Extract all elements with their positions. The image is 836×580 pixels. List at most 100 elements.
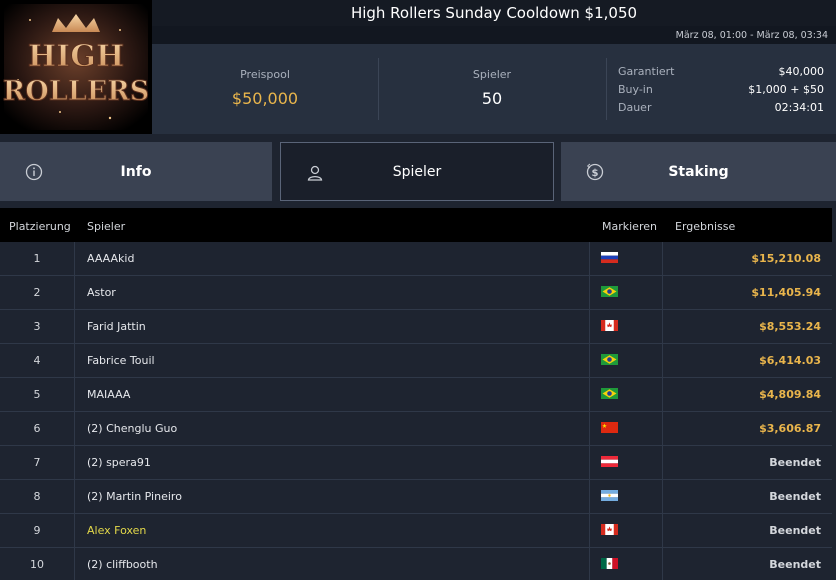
header-rank[interactable]: Platzierung xyxy=(9,220,71,233)
table-row[interactable]: 8 (2) Martin Pineiro Beendet xyxy=(0,480,832,514)
players-label: Spieler xyxy=(472,68,512,81)
result-cell: Beendet xyxy=(769,558,821,571)
player-name-cell[interactable]: Alex Foxen xyxy=(76,514,590,547)
tournament-lobby: HIGH ROLLERS High Rollers Sunday Cooldow… xyxy=(0,0,836,580)
player-name-cell[interactable]: Fabrice Touil xyxy=(76,344,590,377)
flag-cell xyxy=(591,310,663,343)
rank-cell: 5 xyxy=(0,378,75,411)
result-cell: $3,606.87 xyxy=(759,422,821,435)
rank-cell: 3 xyxy=(0,310,75,343)
detail-value: $40,000 xyxy=(778,64,825,78)
flag-cell xyxy=(591,480,663,513)
result-cell: $8,553.24 xyxy=(759,320,821,333)
tab-info-label: Info xyxy=(120,163,152,180)
tournament-date-range: März 08, 01:00 - März 08, 03:34 xyxy=(152,26,836,44)
table-header: Platzierung Spieler Markieren Ergebnisse xyxy=(0,208,832,242)
result-cell: Beendet xyxy=(769,456,821,469)
table-row[interactable]: 1 AAAAkid $15,210.08 xyxy=(0,242,832,276)
tab-info[interactable]: Info xyxy=(0,142,272,201)
tab-players-label: Spieler xyxy=(392,163,442,180)
flag-cell xyxy=(591,242,663,275)
player-name-cell[interactable]: (2) Martin Pineiro xyxy=(76,480,590,513)
rank-cell: 10 xyxy=(0,548,75,580)
table-row[interactable]: 7 (2) spera91 Beendet xyxy=(0,446,832,480)
header-player[interactable]: Spieler xyxy=(87,220,125,233)
rank-cell: 9 xyxy=(0,514,75,547)
detail-value: $1,000 + $50 xyxy=(748,82,824,96)
svg-text:$: $ xyxy=(592,168,599,179)
rank-cell: 6 xyxy=(0,412,75,445)
logo-text-top: HIGH xyxy=(28,39,124,74)
tab-players[interactable]: Spieler xyxy=(280,142,554,201)
user-icon xyxy=(307,165,323,181)
flag-br-icon xyxy=(601,388,618,399)
player-name-cell[interactable]: (2) spera91 xyxy=(76,446,590,479)
table-row[interactable]: 6 (2) Chenglu Guo $3,606.87 xyxy=(0,412,832,446)
high-rollers-logo: HIGH ROLLERS xyxy=(0,0,152,134)
tab-staking-label: Staking xyxy=(668,163,729,180)
table-row[interactable]: 9 Alex Foxen Beendet xyxy=(0,514,832,548)
player-name-cell[interactable]: AAAAkid xyxy=(76,242,590,275)
tab-staking[interactable]: $ Staking xyxy=(561,142,836,201)
detail-guaranteed: Garantiert $40,000 xyxy=(618,62,824,80)
flag-ru-icon xyxy=(601,252,618,263)
player-name-cell[interactable]: (2) Chenglu Guo xyxy=(76,412,590,445)
rank-cell: 1 xyxy=(0,242,75,275)
detail-key: Garantiert xyxy=(618,64,675,78)
rank-cell: 7 xyxy=(0,446,75,479)
tournament-details: Garantiert $40,000 Buy-in $1,000 + $50 D… xyxy=(618,62,824,116)
table-row[interactable]: 4 Fabrice Touil $6,414.03 xyxy=(0,344,832,378)
rank-cell: 2 xyxy=(0,276,75,309)
flag-ar-icon xyxy=(601,490,618,501)
table-row[interactable]: 2 Astor $11,405.94 xyxy=(0,276,832,310)
result-cell: Beendet xyxy=(769,490,821,503)
flag-cell xyxy=(591,412,663,445)
info-icon xyxy=(25,163,43,181)
flag-cell xyxy=(591,548,663,580)
flag-br-icon xyxy=(601,354,618,365)
players-stat: Spieler 50 xyxy=(378,44,606,134)
table-row[interactable]: 3 Farid Jattin $8,553.24 xyxy=(0,310,832,344)
flag-cn-icon xyxy=(601,422,618,433)
player-name-cell[interactable]: Astor xyxy=(76,276,590,309)
result-cell: $6,414.03 xyxy=(759,354,821,367)
prizepool-label: Preispool xyxy=(240,68,290,81)
player-name-cell[interactable]: MAIAAA xyxy=(76,378,590,411)
lobby-tabs: Info Spieler $ Staking xyxy=(0,142,836,201)
detail-duration: Dauer 02:34:01 xyxy=(618,98,824,116)
flag-at-icon xyxy=(601,456,618,467)
prizepool-stat: Preispool $50,000 xyxy=(152,44,378,134)
flag-br-icon xyxy=(601,286,618,297)
result-cell: $4,809.84 xyxy=(759,388,821,401)
dollar-coin-icon: $ xyxy=(586,163,604,181)
tournament-title: High Rollers Sunday Cooldown $1,050 xyxy=(152,0,836,26)
prizepool-value: $50,000 xyxy=(231,89,299,108)
flag-ca-icon xyxy=(601,320,618,331)
rank-cell: 8 xyxy=(0,480,75,513)
flag-cell xyxy=(591,446,663,479)
result-cell: Beendet xyxy=(769,524,821,537)
stats-divider xyxy=(606,58,607,120)
table-row[interactable]: 10 (2) cliffbooth Beendet xyxy=(0,548,832,580)
flag-cell xyxy=(591,276,663,309)
table-row[interactable]: 5 MAIAAA $4,809.84 xyxy=(0,378,832,412)
flag-mx-icon xyxy=(601,558,618,569)
header-result[interactable]: Ergebnisse xyxy=(675,220,735,233)
flag-cell xyxy=(591,514,663,547)
tournament-stats-panel: Preispool $50,000 Spieler 50 Garantiert … xyxy=(152,44,836,134)
flag-ca-icon xyxy=(601,524,618,535)
result-cell: $15,210.08 xyxy=(751,252,821,265)
flag-cell xyxy=(591,344,663,377)
result-cell: $11,405.94 xyxy=(751,286,821,299)
flag-cell xyxy=(591,378,663,411)
detail-key: Dauer xyxy=(618,100,652,114)
detail-key: Buy-in xyxy=(618,82,653,96)
logo-text-bottom: ROLLERS xyxy=(3,76,149,107)
players-value: 50 xyxy=(481,89,503,108)
detail-value: 02:34:01 xyxy=(774,100,824,114)
detail-buyin: Buy-in $1,000 + $50 xyxy=(618,80,824,98)
rank-cell: 4 xyxy=(0,344,75,377)
header-flag[interactable]: Markieren xyxy=(602,220,657,233)
player-name-cell[interactable]: Farid Jattin xyxy=(76,310,590,343)
player-name-cell[interactable]: (2) cliffbooth xyxy=(76,548,590,580)
